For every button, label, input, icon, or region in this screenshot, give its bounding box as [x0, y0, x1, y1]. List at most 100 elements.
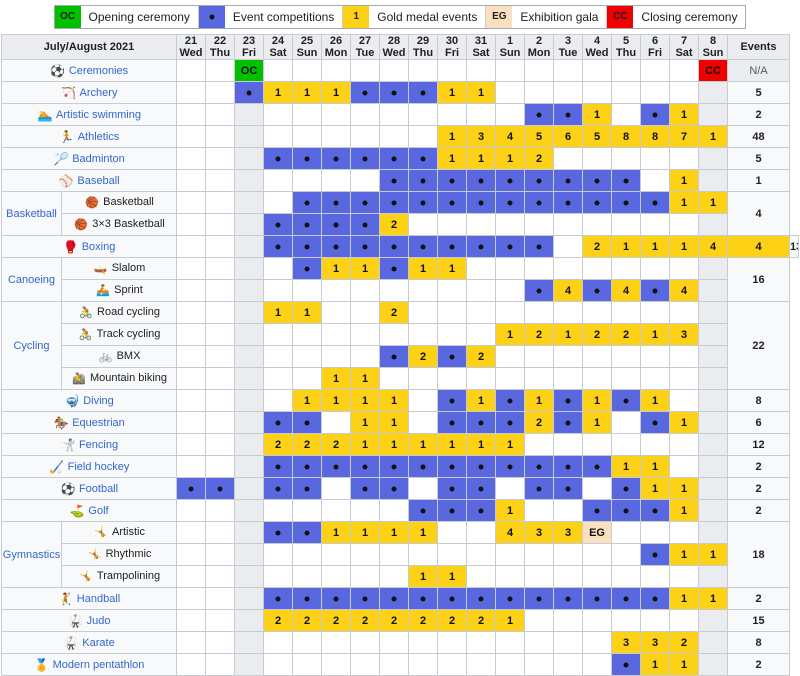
sport-field-hockey[interactable]: 🏑 Field hockey — [0, 455, 178, 478]
cell-competition — [292, 213, 323, 236]
sport-artistic-swimming[interactable]: 🏊 Artistic swimming — [0, 103, 178, 126]
sport-label: Judo — [86, 614, 111, 627]
cell-competition — [495, 587, 526, 610]
sport-judo[interactable]: 🥋 Judo — [0, 609, 178, 632]
cell-competition — [321, 191, 352, 214]
cell-gold-medal: 1 — [292, 389, 323, 412]
cell-empty — [611, 213, 642, 236]
cell-empty — [205, 257, 236, 280]
cell-competition — [553, 411, 584, 434]
cell-empty — [669, 147, 700, 170]
sport-diving[interactable]: 🤿 Diving — [0, 389, 178, 412]
table-row: Canoeing 🛶 Slalom 1 1 1 1 16 — [1, 257, 799, 302]
cell-competition — [582, 455, 613, 478]
day-weekday: Mon — [324, 47, 348, 59]
cell-empty — [205, 235, 236, 258]
cell-empty — [292, 565, 323, 588]
cell-gold-medal: 8 — [611, 125, 642, 148]
events-count: 18 — [727, 521, 791, 588]
sport-athletics[interactable]: 🏃 Athletics — [0, 125, 178, 148]
cell-empty — [524, 499, 555, 522]
cell-competition — [582, 279, 613, 302]
sport-group-canoeing[interactable]: Canoeing — [1, 257, 62, 302]
sport-boxing[interactable]: 🥊 Boxing — [0, 235, 178, 258]
cell-empty — [408, 389, 439, 412]
cell-gold-medal: 1 — [292, 301, 323, 324]
cell-empty — [640, 213, 671, 236]
cell-competition — [379, 455, 410, 478]
cell-empty — [321, 653, 352, 676]
sport-baseball[interactable]: ⚾ Baseball — [0, 169, 178, 192]
sport-group-basketball[interactable]: Basketball — [1, 191, 62, 236]
cell-competition — [582, 587, 613, 610]
cell-empty — [350, 565, 381, 588]
table-row: ⚽ Ceremonies OC CC N/A — [0, 59, 799, 82]
sport-handball[interactable]: 🤾 Handball — [0, 587, 178, 610]
day-weekday: Thu — [615, 47, 637, 59]
discipline-label: Track cycling — [96, 328, 161, 340]
sport-label: Golf — [88, 504, 109, 517]
cell-gold-medal: 1 — [669, 499, 700, 522]
cell-empty — [495, 213, 526, 236]
cell-competition — [611, 169, 642, 192]
discipline-label: Trampolining — [96, 570, 161, 582]
cell-empty — [466, 543, 497, 566]
day-number: 26 — [329, 35, 343, 48]
cell-empty-shaded — [698, 279, 729, 302]
cell-empty — [321, 565, 352, 588]
fencing-icon: 🤺 — [60, 437, 76, 452]
cell-competition — [640, 587, 671, 610]
cell-empty — [263, 499, 294, 522]
cell-empty-shaded — [698, 499, 729, 522]
discipline-3-3-basketball: 🏀 3×3 Basketball — [60, 213, 178, 236]
cell-empty — [495, 279, 526, 302]
cell-gold-medal: 1 — [408, 257, 439, 280]
boxing-icon: 🥊 — [63, 239, 79, 254]
sport-group-gymnastics[interactable]: Gymnastics — [1, 521, 62, 588]
cell-empty — [350, 653, 381, 676]
cell-gold-medal: 1 — [669, 191, 700, 214]
cell-gold-medal: 1 — [321, 389, 352, 412]
legend-key-oc-icon: OC — [54, 6, 81, 28]
canoe-slalom-icon: 🛶 — [93, 263, 108, 275]
cell-competition — [495, 455, 526, 478]
cell-gold-medal: 1 — [698, 191, 729, 214]
sport-modern-pentathlon[interactable]: 🏅 Modern pentathlon — [0, 653, 178, 676]
events-count: 2 — [727, 103, 791, 126]
cell-competition — [263, 455, 294, 478]
cell-empty — [553, 257, 584, 280]
legend-item-comp: Event competitions — [198, 6, 344, 28]
equestrian-icon: 🏇 — [53, 415, 69, 430]
sport-golf[interactable]: ⛳ Golf — [0, 499, 178, 522]
cell-empty — [640, 81, 671, 104]
day-weekday: Fri — [647, 47, 663, 59]
sport-label: Modern pentathlon — [52, 658, 145, 671]
day-number: 23 — [242, 35, 256, 48]
sport-group-cycling[interactable]: Cycling — [1, 301, 62, 390]
sport-label: Athletics — [77, 130, 120, 143]
cell-empty — [495, 543, 526, 566]
cell-empty — [263, 367, 294, 390]
cell-competition — [292, 411, 323, 434]
sport-equestrian[interactable]: 🏇 Equestrian — [0, 411, 178, 434]
cell-gold-medal: 1 — [669, 235, 700, 258]
discipline-road-cycling: 🚴 Road cycling — [60, 301, 178, 324]
cell-competition — [495, 235, 526, 258]
cell-empty — [495, 257, 526, 280]
cell-empty — [263, 565, 294, 588]
cell-gold-medal: 1 — [466, 433, 497, 456]
sport-label: Archery — [79, 86, 118, 99]
cell-empty — [611, 433, 642, 456]
cell-gold-medal: 3 — [466, 125, 497, 148]
cell-gold-medal: 1 — [495, 499, 526, 522]
cell-empty — [582, 477, 613, 500]
sport-fencing[interactable]: 🤺 Fencing — [0, 433, 178, 456]
sport-badminton[interactable]: 🏸 Badminton — [0, 147, 178, 170]
month-header: July/August 2021 — [0, 34, 178, 60]
sport-archery[interactable]: 🏹 Archery — [0, 81, 178, 104]
sport-football[interactable]: ⚽ Football — [0, 477, 178, 500]
cell-empty — [640, 301, 671, 324]
sport-ceremonies[interactable]: ⚽ Ceremonies — [0, 59, 178, 82]
events-count: 5 — [727, 147, 791, 170]
cell-competition — [611, 389, 642, 412]
